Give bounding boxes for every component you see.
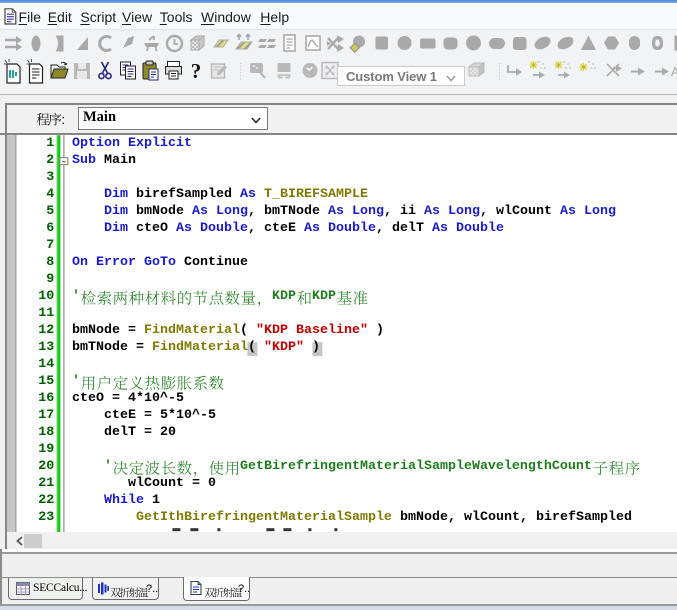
svg-text:?: ? [191, 59, 202, 83]
svg-text:A: A [671, 64, 677, 79]
